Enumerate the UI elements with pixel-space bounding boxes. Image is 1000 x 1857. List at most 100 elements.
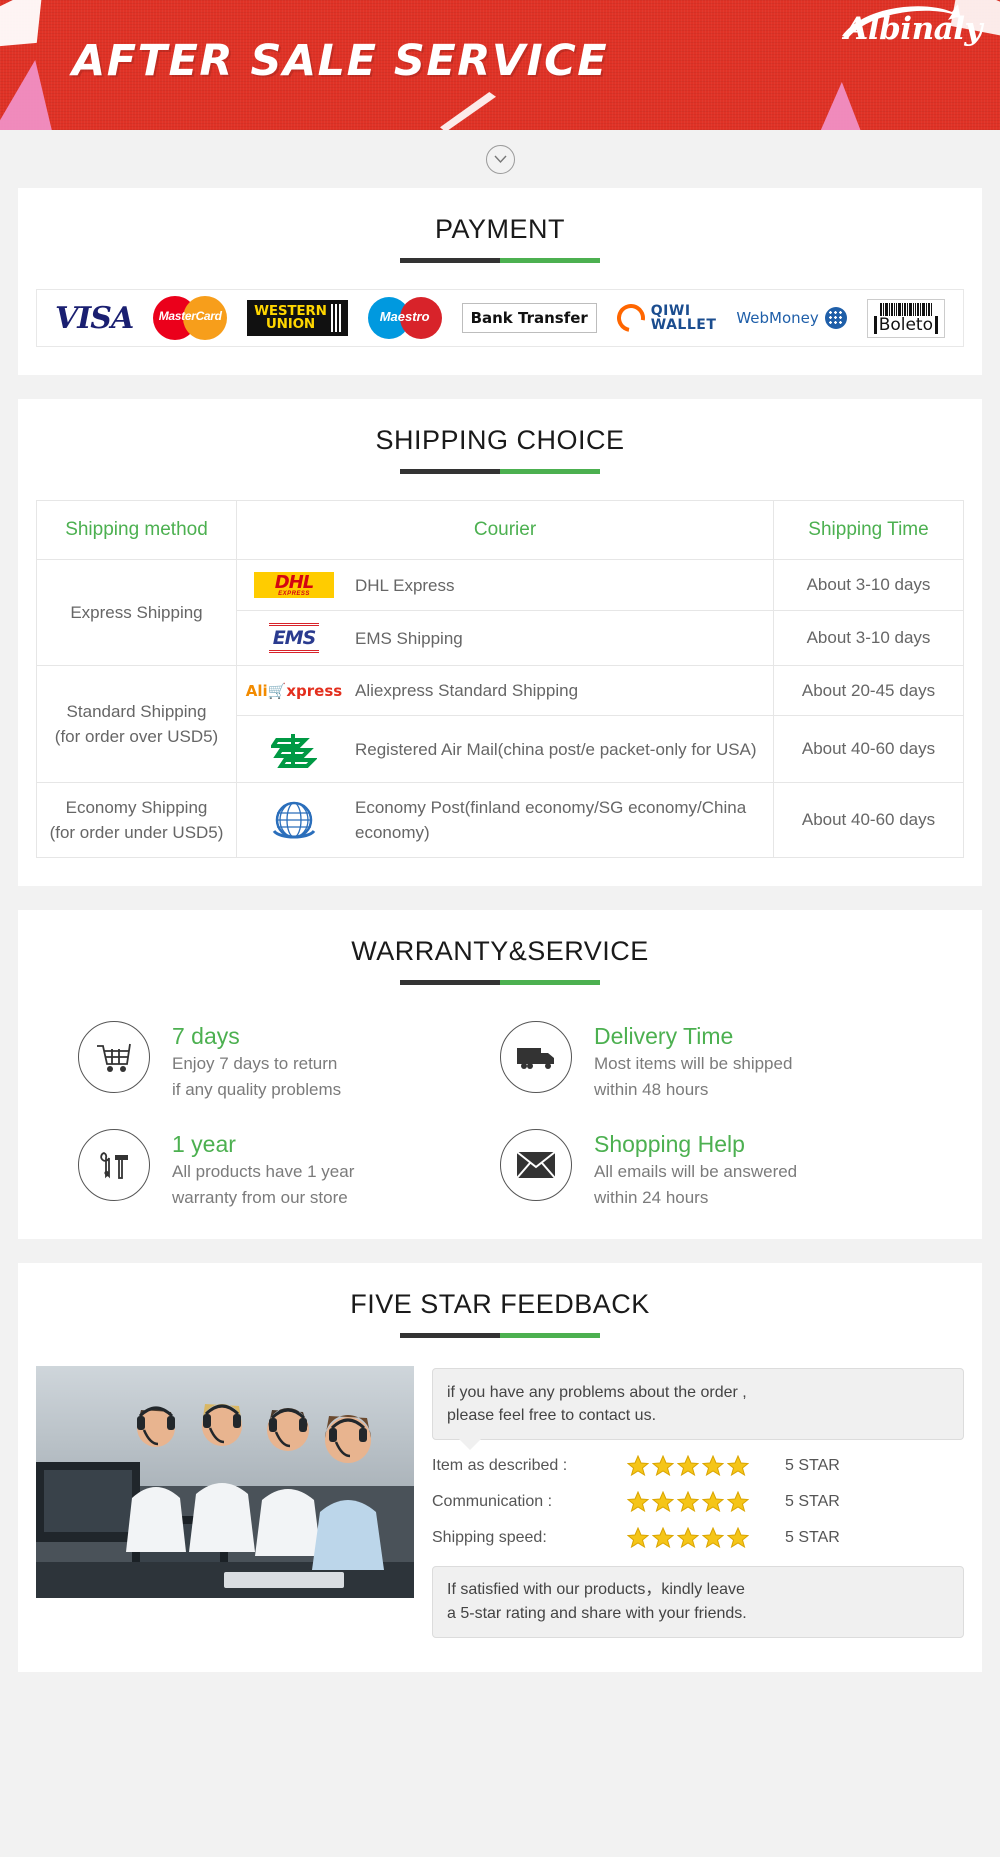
warranty-grid: 7 days Enjoy 7 days to return if any qua… (18, 1021, 982, 1211)
delivery-truck-icon (500, 1021, 572, 1093)
courier-cell: Ali🛒xpress Aliexpress Standard Shipping (236, 665, 774, 716)
banner-decoration-shape (440, 92, 496, 130)
scroll-indicator (0, 130, 1000, 188)
payment-method-western-union: WESTERN UNION (247, 300, 348, 336)
table-row: Express Shipping DHL EXPRESS DHL Express (36, 559, 964, 666)
shipping-time-cell: About 40-60 days (773, 782, 964, 858)
ems-logo: EMS (247, 623, 341, 653)
rating-label: Communication : (432, 1492, 553, 1510)
table-row: Economy Shipping (for order under USD5) (36, 782, 964, 858)
feedback-body: if you have any problems about the order… (36, 1366, 964, 1638)
shipping-method-cell: Express Shipping (36, 559, 237, 666)
tools-icon (78, 1129, 150, 1201)
shipping-time-cell: About 3-10 days (773, 610, 964, 666)
page-banner: AFTER SALE SERVICE Albinaly (0, 0, 1000, 130)
rating-value: 5 STAR (785, 1492, 840, 1510)
rating-label: Item as described : (432, 1456, 568, 1474)
star-rating-icons (627, 1455, 755, 1476)
western-union-bars-icon (330, 304, 341, 332)
bank-transfer-logo: Bank Transfer (461, 303, 597, 333)
courier-cell: Economy Post(finland economy/SG economy/… (236, 782, 774, 858)
mastercard-logo: MasterCard (153, 296, 228, 340)
warranty-item-desc: warranty from our store (172, 1188, 348, 1207)
shipping-table: Shipping method Courier Shipping Time Ex… (36, 500, 964, 858)
payment-methods-strip: VISA MasterCard WESTERN UNION Maestro Ba… (36, 289, 964, 347)
warranty-section: WARRANTY&SERVICE 7 days Enjoy 7 days to … (18, 910, 982, 1239)
western-union-logo: WESTERN UNION (247, 300, 348, 336)
payment-method-mastercard: MasterCard (153, 296, 228, 340)
qiwi-wallet-logo: QIWI WALLET (611, 298, 717, 338)
warranty-item-desc: within 24 hours (594, 1188, 709, 1207)
warranty-item-1-year: 1 year All products have 1 year warranty… (78, 1129, 500, 1211)
payment-method-webmoney: WebMoney (736, 307, 847, 329)
banner-decoration-shape (820, 82, 862, 130)
shipping-time-cell: About 20-45 days (773, 665, 964, 716)
courier-cell: DHL EXPRESS DHL Express (236, 559, 774, 611)
banner-decoration-shape (0, 0, 61, 66)
payment-method-qiwi: QIWI WALLET (611, 298, 717, 338)
warranty-item-desc: if any quality problems (172, 1080, 342, 1099)
brand-logo: Albinaly (842, 4, 982, 45)
envelope-icon (500, 1129, 572, 1201)
support-message-bubble: if you have any problems about the order… (432, 1368, 964, 1450)
shipping-method-cell: Economy Shipping (for order under USD5) (36, 782, 237, 858)
qiwi-q-icon (611, 298, 651, 338)
china-post-logo (247, 728, 341, 770)
section-rule (400, 258, 600, 263)
warranty-item-desc: All products have 1 year (172, 1162, 355, 1181)
shopping-cart-icon (78, 1021, 150, 1093)
warranty-item-title: Shopping Help (594, 1131, 745, 1157)
shipping-time-cell: About 3-10 days (773, 559, 964, 611)
warranty-item-title: 1 year (172, 1131, 236, 1157)
column-header-method: Shipping method (36, 500, 237, 560)
warranty-item-delivery-time: Delivery Time Most items will be shipped… (500, 1021, 922, 1103)
column-header-time: Shipping Time (773, 500, 964, 560)
webmoney-logo: WebMoney (736, 307, 847, 329)
banner-decoration-shape (0, 60, 52, 130)
boleto-logo: Boleto (866, 298, 945, 338)
payment-title: PAYMENT (434, 214, 565, 244)
rating-request-note: If satisfied with our products，kindly le… (432, 1566, 964, 1638)
un-logo (247, 797, 341, 843)
webmoney-globe-icon (824, 307, 847, 329)
star-rating-icons (627, 1527, 755, 1548)
payment-method-visa: VISA (55, 300, 134, 336)
dhl-logo: DHL EXPRESS (247, 572, 341, 598)
section-rule (400, 1333, 600, 1338)
warranty-item-desc: Enjoy 7 days to return (172, 1054, 338, 1073)
warranty-item-desc: within 48 hours (594, 1080, 709, 1099)
after-sale-service-page: AFTER SALE SERVICE Albinaly PAYMENT VISA… (0, 0, 1000, 1672)
warranty-title: WARRANTY&SERVICE (351, 936, 649, 966)
payment-method-maestro: Maestro (367, 297, 442, 339)
rating-row-communication: Communication : 5 STAR (432, 1491, 964, 1512)
section-rule (400, 980, 600, 985)
rating-label: Shipping speed: (432, 1528, 547, 1546)
column-header-courier: Courier (236, 500, 774, 560)
warranty-item-7-days: 7 days Enjoy 7 days to return if any qua… (78, 1021, 500, 1103)
warranty-item-desc: All emails will be answered (594, 1162, 798, 1181)
warranty-item-title: 7 days (172, 1023, 240, 1049)
table-header-row: Shipping method Courier Shipping Time (36, 500, 964, 560)
shipping-method-cell: Standard Shipping (for order over USD5) (36, 665, 237, 783)
table-row: Standard Shipping (for order over USD5) … (36, 665, 964, 783)
courier-cell: EMS EMS Shipping (236, 610, 774, 666)
courier-cell: Registered Air Mail(china post/e packet-… (236, 715, 774, 783)
shipping-time-cell: About 40-60 days (773, 715, 964, 783)
call-center-agents-photo (36, 1366, 414, 1598)
feedback-details: if you have any problems about the order… (432, 1366, 964, 1638)
warranty-item-desc: Most items will be shipped (594, 1054, 793, 1073)
payment-method-bank-transfer: Bank Transfer (461, 303, 597, 333)
payment-method-boleto: Boleto (866, 298, 945, 338)
feedback-title: FIVE STAR FEEDBACK (350, 1289, 650, 1319)
shipping-title: SHIPPING CHOICE (375, 425, 625, 455)
rating-value: 5 STAR (785, 1456, 840, 1474)
star-rating-icons (627, 1491, 755, 1512)
page-title: AFTER SALE SERVICE (72, 36, 609, 86)
section-rule (400, 469, 600, 474)
chevron-down-icon[interactable] (485, 144, 515, 174)
brand-swoosh-icon (842, 4, 961, 38)
warranty-item-title: Delivery Time (594, 1023, 734, 1049)
aliexpress-logo: Ali🛒xpress (245, 681, 343, 700)
rating-row-item-as-described: Item as described : 5 STAR (432, 1455, 964, 1476)
visa-logo: VISA (55, 300, 134, 336)
